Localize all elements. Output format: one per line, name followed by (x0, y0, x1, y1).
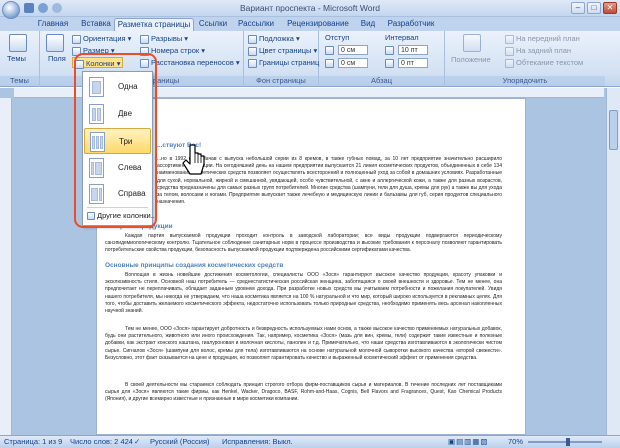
scrollbar-thumb[interactable] (609, 110, 618, 150)
text-wrap-label: Обтекание текстом (516, 58, 584, 67)
send-back-label: На задний план (516, 46, 572, 55)
send-back-button[interactable]: На задний план (505, 45, 571, 56)
page-borders-icon (248, 58, 257, 68)
vertical-scrollbar[interactable] (606, 88, 620, 435)
group-themes: Темы Темы (0, 31, 40, 87)
tab-developer[interactable]: Разработчик (382, 18, 440, 31)
page-color-button[interactable]: Цвет страницы ▾ (248, 45, 317, 56)
doc-heading-principles: Основные принципы создания косметических… (105, 262, 284, 269)
tab-view[interactable]: Вид (356, 18, 380, 31)
spacing-label: Интервал (385, 33, 419, 42)
tab-references[interactable]: Ссылки (196, 18, 230, 31)
indent-right-icon (325, 58, 334, 68)
indent-right-field[interactable]: 0 см (325, 57, 368, 69)
office-button[interactable] (2, 1, 20, 19)
position-button[interactable]: Положение (451, 54, 491, 65)
page-color-icon (248, 46, 257, 56)
doc-paragraph-3: Воплощая в жизнь новейшие достижения кос… (105, 272, 502, 315)
watermark-label: Подложка (259, 34, 294, 43)
spacing-before-field[interactable]: 10 пт (385, 44, 428, 56)
tab-insert[interactable]: Вставка (78, 18, 114, 31)
page-count[interactable]: Страница: 1 из 9 (4, 437, 62, 446)
group-paragraph: Отступ Интервал 0 см 0 см 10 пт 0 пт Абз… (319, 31, 445, 87)
page-color-label: Цвет страницы (259, 46, 312, 55)
tab-review[interactable]: Рецензирование (282, 18, 354, 31)
group-arrange: Положение На передний план На задний пла… (445, 31, 605, 87)
hyphenation-label: Расстановка переносов (151, 58, 234, 67)
text-wrap-button[interactable]: Обтекание текстом (505, 57, 583, 68)
minimize-button[interactable]: – (571, 2, 585, 14)
orientation-icon (72, 34, 81, 44)
spacing-before-icon (385, 45, 394, 55)
arrange-group-label: Упорядочить (445, 76, 605, 86)
doc-paragraph-2: Каждая партия выпускаемой продукции прох… (105, 233, 502, 254)
bring-front-button[interactable]: На передний план (505, 33, 580, 44)
indent-left-input[interactable]: 0 см (338, 45, 368, 56)
doc-paragraph-4: Тем не менее, ООО «Зося» гарантирует доб… (105, 326, 502, 361)
line-numbers-label: Номера строк (151, 46, 200, 55)
themes-icon[interactable] (9, 34, 27, 52)
spacing-before-input[interactable]: 10 пт (398, 45, 428, 56)
text-wrap-icon (505, 58, 514, 68)
bring-front-icon (505, 34, 514, 44)
maximize-button[interactable]: □ (587, 2, 601, 14)
track-changes-status[interactable]: Исправления: Выкл. (222, 437, 293, 446)
word-count[interactable]: Число слов: 2 424 (70, 437, 133, 446)
paragraph-group-label: Абзац (319, 76, 444, 86)
indent-right-input[interactable]: 0 см (338, 58, 368, 69)
group-page-background: Подложка ▾ Цвет страницы ▾ Границы стран… (244, 31, 319, 87)
breaks-button[interactable]: Разрывы ▾ (140, 33, 188, 44)
send-back-icon (505, 46, 514, 56)
page-background-group-label: Фон страницы (244, 76, 318, 86)
indent-left-field[interactable]: 0 см (325, 44, 368, 56)
spacing-after-input[interactable]: 0 пт (398, 58, 428, 69)
tab-page-layout[interactable]: Разметка страницы (114, 18, 194, 31)
page-borders-label: Границы страниц (259, 58, 320, 67)
view-buttons-icon[interactable]: ▣▤▥▦▧ (448, 437, 488, 446)
window-title: Вариант проспекта - Microsoft Word (239, 3, 381, 13)
close-button[interactable]: ✕ (603, 2, 617, 14)
margins-button[interactable]: Поля (48, 53, 66, 64)
breaks-label: Разрывы (151, 34, 183, 43)
margins-icon[interactable] (46, 34, 64, 52)
doc-paragraph-5: В своей деятельности мы стараемся соблюд… (105, 382, 502, 403)
zoom-slider-thumb[interactable] (566, 438, 570, 446)
doc-paragraph-1: ...но в 1992 году. Начав с выпуска небол… (157, 156, 502, 206)
ribbon-tabs: Главная Вставка Разметка страницы Ссылки… (0, 17, 620, 31)
language-status[interactable]: Русский (Россия) (150, 437, 210, 446)
title-bar: Вариант проспекта - Microsoft Word – □ ✕ (0, 0, 620, 19)
spacing-after-field[interactable]: 0 пт (385, 57, 428, 69)
themes-button-label[interactable]: Темы (7, 53, 26, 64)
spellcheck-icon[interactable]: ✓ (134, 437, 140, 446)
mouse-pointer-icon (182, 144, 205, 175)
breaks-icon (140, 34, 149, 44)
watermark-icon (248, 34, 257, 44)
indent-left-icon (325, 45, 334, 55)
orientation-label: Ориентация (83, 34, 126, 43)
watermark-button[interactable]: Подложка ▾ (248, 33, 300, 44)
bring-front-label: На передний план (516, 34, 580, 43)
document-page[interactable]: ...ствуют Вас! ...но в 1992 году. Начав … (96, 98, 526, 435)
orientation-button[interactable]: Ориентация ▾ (72, 33, 131, 44)
zoom-slider[interactable] (528, 438, 602, 446)
tab-mailings[interactable]: Рассылки (232, 18, 280, 31)
status-bar: Страница: 1 из 9 Число слов: 2 424 ✓ Рус… (0, 435, 620, 448)
indent-label: Отступ (325, 33, 350, 42)
position-icon[interactable] (463, 34, 481, 52)
zoom-level[interactable]: 70% (508, 437, 523, 446)
window-controls: – □ ✕ (571, 2, 617, 14)
vertical-ruler[interactable] (0, 98, 12, 435)
page-borders-button[interactable]: Границы страниц (248, 57, 319, 68)
spacing-after-icon (385, 58, 394, 68)
themes-group-label: Темы (0, 76, 39, 86)
annotation-highlight-ring (74, 53, 157, 228)
tab-home[interactable]: Главная (28, 18, 78, 31)
